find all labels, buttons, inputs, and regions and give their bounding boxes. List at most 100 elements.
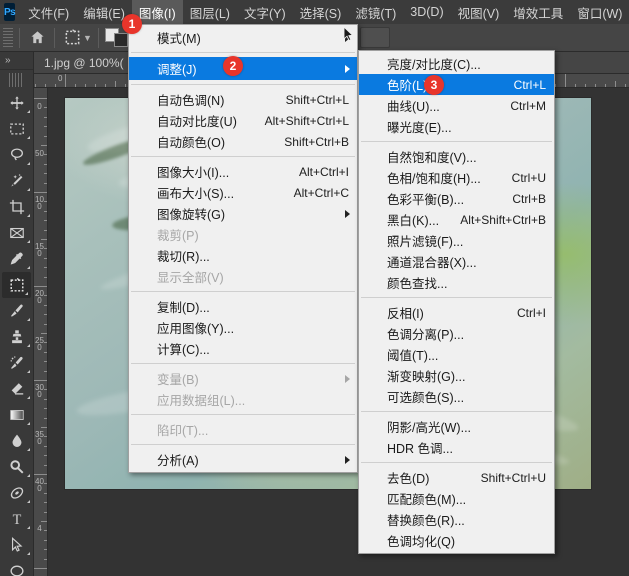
menu-item-black-white[interactable]: 黑白(K)... Alt+Shift+Ctrl+B (359, 209, 554, 230)
toolbar-expand-button[interactable]: » (0, 52, 33, 70)
menu-item-auto-contrast[interactable]: 自动对比度(U) Alt+Shift+Ctrl+L (129, 110, 357, 131)
menu-item-analysis[interactable]: 分析(A) (129, 449, 357, 470)
menubar-item-filter[interactable]: 滤镜(T) (348, 0, 403, 25)
menu-item-label: 色彩平衡(B)... (387, 193, 465, 207)
blur-tool[interactable] (0, 428, 33, 454)
menubar-item-view[interactable]: 视图(V) (451, 0, 507, 25)
background-swatch[interactable] (113, 32, 128, 47)
menu-item-accel: Shift+Ctrl+B (284, 134, 349, 149)
menu-item-hdr-toning[interactable]: HDR 色调... (359, 437, 554, 458)
ellipse-tool[interactable] (0, 558, 33, 576)
brush-tool[interactable] (0, 298, 33, 324)
chevron-down-icon[interactable]: ▼ (83, 33, 92, 43)
menu-item-gradient-map[interactable]: 渐变映射(G)... (359, 365, 554, 386)
ruler-tick (44, 135, 47, 137)
frame-tool[interactable] (0, 220, 33, 246)
menu-item-exposure[interactable]: 曝光度(E)... (359, 116, 554, 137)
crop-tool[interactable] (0, 194, 33, 220)
move-tool[interactable] (0, 90, 33, 116)
menu-item-color-balance[interactable]: 色彩平衡(B)... Ctrl+B (359, 188, 554, 209)
ruler-tick (44, 436, 47, 438)
menu-item-channel-mixer[interactable]: 通道混合器(X)... (359, 251, 554, 272)
menubar-item-window[interactable]: 窗口(W) (570, 0, 629, 25)
ruler-tick (44, 558, 47, 560)
menubar-item-type[interactable]: 文字(Y) (237, 0, 293, 25)
menubar-item-3d[interactable]: 3D(D) (403, 2, 450, 22)
pen-tool[interactable] (0, 480, 33, 506)
ruler-tick (34, 286, 47, 287)
menu-item-curves[interactable]: 曲线(U)... Ctrl+M (359, 95, 554, 116)
menu-item-label: 替换颜色(R)... (387, 514, 465, 528)
clone-stamp-tool[interactable] (0, 324, 33, 350)
gradient-tool[interactable] (0, 402, 33, 428)
menu-item-photo-filter[interactable]: 照片滤镜(F)... (359, 230, 554, 251)
menu-item-vibrance[interactable]: 自然饱和度(V)... (359, 146, 554, 167)
menu-item-label: 分析(A) (157, 454, 199, 468)
toolbar-grip[interactable] (9, 73, 24, 87)
menu-image-dropdown[interactable]: 模式(M) 调整(J) 自动色调(N) Shift+Ctrl+L 自动对比度(U… (128, 24, 358, 473)
menu-item-adjustments[interactable]: 调整(J) (129, 57, 357, 80)
rectangular-marquee-tool[interactable] (0, 116, 33, 142)
eyedropper-tool[interactable] (0, 246, 33, 272)
ruler-tick (44, 210, 47, 212)
document-tab-1jpg[interactable]: 1.jpg @ 100%( (34, 56, 124, 70)
ruler-tick (41, 145, 47, 146)
menu-item-apply-image[interactable]: 应用图像(Y)... (129, 317, 357, 338)
menu-item-auto-color[interactable]: 自动颜色(O) Shift+Ctrl+B (129, 131, 357, 152)
ruler-tick (44, 530, 47, 532)
type-tool[interactable]: T (0, 506, 33, 532)
menu-item-desaturate[interactable]: 去色(D) Shift+Ctrl+U (359, 467, 554, 488)
options-bar-grip[interactable] (3, 27, 13, 48)
menu-item-color-lookup[interactable]: 颜色查找... (359, 272, 554, 293)
lasso-tool[interactable] (0, 142, 33, 168)
menu-item-auto-tone[interactable]: 自动色调(N) Shift+Ctrl+L (129, 89, 357, 110)
quick-selection-tool[interactable] (0, 168, 33, 194)
ruler-tick (65, 74, 66, 87)
menubar-item-file[interactable]: 文件(F) (21, 0, 76, 25)
menu-item-canvas-size[interactable]: 画布大小(S)... Alt+Ctrl+C (129, 182, 357, 203)
menu-item-replace-color[interactable]: 替换颜色(R)... (359, 509, 554, 530)
menu-item-label: 反相(I) (387, 307, 424, 321)
menu-item-calculations[interactable]: 计算(C)... (129, 338, 357, 359)
menu-item-duplicate[interactable]: 复制(D)... (129, 296, 357, 317)
menu-item-hue-saturation[interactable]: 色相/饱和度(H)... Ctrl+U (359, 167, 554, 188)
vertical-ruler[interactable]: 0 50 100 150 200 250 300 350 400 4 (34, 88, 48, 576)
menu-item-mode[interactable]: 模式(M) (129, 27, 357, 48)
ruler-tick (44, 182, 47, 184)
menu-item-equalize[interactable]: 色调均化(Q) (359, 530, 554, 551)
patch-tool-icon[interactable] (61, 27, 83, 49)
history-brush-tool[interactable] (0, 350, 33, 376)
pattern-picker-button[interactable] (359, 27, 390, 48)
ruler-tick (34, 380, 47, 381)
menubar-item-plugins[interactable]: 增效工具 (506, 0, 570, 25)
ruler-tick (44, 464, 47, 466)
menu-item-selective-color[interactable]: 可选颜色(S)... (359, 386, 554, 407)
divider (97, 27, 99, 48)
ruler-tick (41, 521, 47, 522)
menu-item-invert[interactable]: 反相(I) Ctrl+I (359, 302, 554, 323)
menu-item-threshold[interactable]: 阈值(T)... (359, 344, 554, 365)
dodge-tool[interactable] (0, 454, 33, 480)
svg-text:T: T (12, 512, 21, 527)
eraser-tool[interactable] (0, 376, 33, 402)
menu-item-image-size[interactable]: 图像大小(I)... Alt+Ctrl+I (129, 161, 357, 182)
menu-item-label: 自然饱和度(V)... (387, 151, 477, 165)
ruler-tick (44, 229, 47, 231)
ruler-tick (605, 84, 606, 87)
menu-item-shadows-highlights[interactable]: 阴影/高光(W)... (359, 416, 554, 437)
ruler-tick (44, 511, 47, 513)
menu-item-posterize[interactable]: 色调分离(P)... (359, 323, 554, 344)
menu-item-label: 曝光度(E)... (387, 121, 452, 135)
menu-adjustments-submenu[interactable]: 亮度/对比度(C)... 色阶(L)... Ctrl+L 曲线(U)... Ct… (358, 50, 555, 554)
patch-tool[interactable] (2, 272, 31, 298)
menubar-item-layer[interactable]: 图层(L) (183, 0, 237, 25)
menu-item-brightness-contrast[interactable]: 亮度/对比度(C)... (359, 53, 554, 74)
menu-item-levels[interactable]: 色阶(L)... Ctrl+L (359, 74, 554, 95)
path-selection-tool[interactable] (0, 532, 33, 558)
home-icon[interactable] (26, 27, 48, 49)
menu-item-accel: Alt+Shift+Ctrl+B (460, 212, 546, 227)
menu-item-match-color[interactable]: 匹配颜色(M)... (359, 488, 554, 509)
menu-item-image-rotation[interactable]: 图像旋转(G) (129, 203, 357, 224)
menubar-item-select[interactable]: 选择(S) (293, 0, 349, 25)
menu-item-trim[interactable]: 裁切(R)... (129, 245, 357, 266)
